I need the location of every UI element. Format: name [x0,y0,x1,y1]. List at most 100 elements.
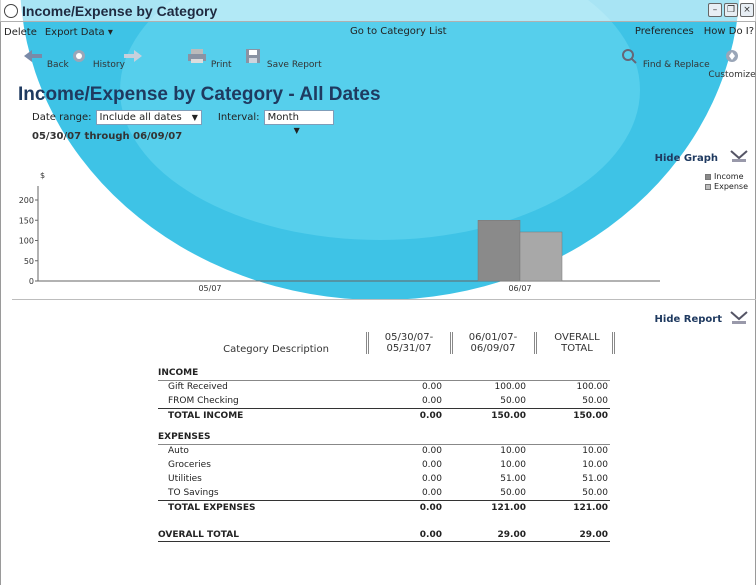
row-col2: 51.00 [500,474,526,484]
print-button[interactable]: Print [186,48,232,70]
save-report-label: Save Report [266,60,322,70]
table-header: Category Description 05/30/07- 05/31/07 … [120,322,628,360]
row-col3: 10.00 [582,460,608,470]
row-col3: 100.00 [576,382,609,392]
bar-expense [519,231,563,282]
table-row[interactable]: Gift Received 0.00 100.00 100.00 [158,380,610,394]
back-button[interactable]: Back [22,48,69,70]
section-expenses-label: EXPENSES [158,430,610,445]
overall-total-col1: 0.00 [419,530,442,540]
table-row[interactable]: FROM Checking 0.00 50.00 50.00 [158,394,610,408]
report-title: Income/Expense by Category - All Dates [18,84,381,105]
date-range-value: Include all dates [99,112,182,123]
history-icon [73,50,85,62]
row-gap [158,422,610,430]
overall-total-row: OVERALL TOTAL 0.00 29.00 29.00 [158,528,610,542]
header-col3: OVERALL TOTAL [544,332,610,354]
table-body: INCOME Gift Received 0.00 100.00 100.00 … [158,366,610,542]
table-row[interactable]: Utilities 0.00 51.00 51.00 [158,472,610,486]
row-col1: 0.00 [421,474,442,484]
interval-select[interactable]: Month ▼ [263,110,334,135]
delete-menu[interactable]: Delete [0,27,41,38]
save-report-button[interactable]: Save Report [242,48,322,70]
row-col2: 10.00 [500,446,526,456]
row-col2: 100.00 [494,382,527,392]
close-icon[interactable]: × [740,3,754,17]
preferences-menu[interactable]: Preferences [635,26,694,37]
row-name: Auto [168,446,189,456]
find-replace-label: Find & Replace [642,60,710,70]
print-label: Print [210,60,232,70]
app-icon [4,3,18,18]
menu-bar: Delete Export Data ▾ Go to Category List… [0,23,756,41]
window-controls: – ❐ × [708,3,754,17]
y-axis-label: $ [40,171,45,180]
header-col2-line1: 06/01/07- [468,332,518,343]
forward-button[interactable] [122,48,144,70]
customize-label: Customize [708,70,756,80]
go-to-category-list-link[interactable]: Go to Category List [346,26,451,37]
back-arrow-icon [24,50,42,62]
legend-income-swatch [705,173,712,180]
hide-report-button[interactable]: Hide Report [655,314,722,325]
printer-icon [188,49,206,63]
total-expenses-col3: 121.00 [573,503,608,513]
header-col2: 06/01/07- 06/09/07 [460,332,526,354]
menu-right: Preferences How Do I? [635,26,754,37]
chevron-down-icon: ▼ [293,126,300,135]
title-bar: Income/Expense by Category – ❐ × [0,0,756,22]
date-range-select[interactable]: Include all dates ▼ [95,110,202,125]
total-income-col3: 150.00 [573,411,608,421]
minimize-icon[interactable]: – [708,3,722,17]
legend-expense-label: Expense [714,182,748,191]
header-col3-line2: TOTAL [561,343,593,354]
table-row[interactable]: Groceries 0.00 10.00 10.00 [158,458,610,472]
collapse-report-icon[interactable] [728,310,750,326]
history-button[interactable]: History [68,48,125,70]
header-col2-line2: 06/09/07 [470,343,516,354]
header-separator [366,332,369,354]
section-expenses-row: EXPENSES [158,430,610,445]
y-tick-label: 100 [19,237,34,246]
how-do-i-menu[interactable]: How Do I? [704,26,754,37]
restore-icon[interactable]: ❐ [724,3,738,17]
legend-expense: Expense [705,182,748,191]
total-expenses-col2: 121.00 [491,503,526,513]
section-income-label: INCOME [158,366,610,381]
row-col1: 0.00 [421,396,442,406]
report-window: Income/Expense by Category – ❐ × Delete … [0,0,756,585]
total-income-col2: 150.00 [491,411,526,421]
customize-button[interactable]: Customize [708,48,756,80]
collapse-graph-icon[interactable] [728,148,750,164]
report-table: Category Description 05/30/07- 05/31/07 … [120,322,628,542]
row-name: TO Savings [168,488,219,498]
find-replace-button[interactable]: Find & Replace [618,48,710,70]
hide-graph-button[interactable]: Hide Graph [655,153,718,164]
chart-legend: Income Expense [705,172,748,192]
x-tick-label: 06/07 [508,284,531,293]
row-gap [158,514,610,528]
row-col1: 0.00 [421,446,442,456]
row-name: Utilities [168,474,202,484]
header-category-description: Category Description [223,344,329,355]
total-income-row: TOTAL INCOME 0.00 150.00 150.00 [158,408,610,422]
row-col2: 50.00 [500,488,526,498]
total-income-label: TOTAL INCOME [168,411,244,421]
header-col1-line1: 05/30/07- [384,332,434,343]
export-data-menu[interactable]: Export Data ▾ [41,27,117,38]
table-row[interactable]: TO Savings 0.00 50.00 50.00 [158,486,610,500]
overall-total-col2: 29.00 [497,530,526,540]
row-col2: 10.00 [500,460,526,470]
header-col3-line1: OVERALL [554,332,600,343]
table-row[interactable]: Auto 0.00 10.00 10.00 [158,444,610,458]
header-col1: 05/30/07- 05/31/07 [376,332,442,354]
report-filters: Date range: Include all dates ▼ Interval:… [32,110,350,135]
row-col3: 50.00 [582,488,608,498]
y-tick-label: 150 [19,216,34,225]
total-expenses-col1: 0.00 [419,503,442,513]
header-separator [534,332,537,354]
chevron-down-icon: ▼ [191,113,198,122]
row-col1: 0.00 [421,488,442,498]
magnifier-icon [622,49,637,64]
interval-label: Interval: [217,112,260,123]
